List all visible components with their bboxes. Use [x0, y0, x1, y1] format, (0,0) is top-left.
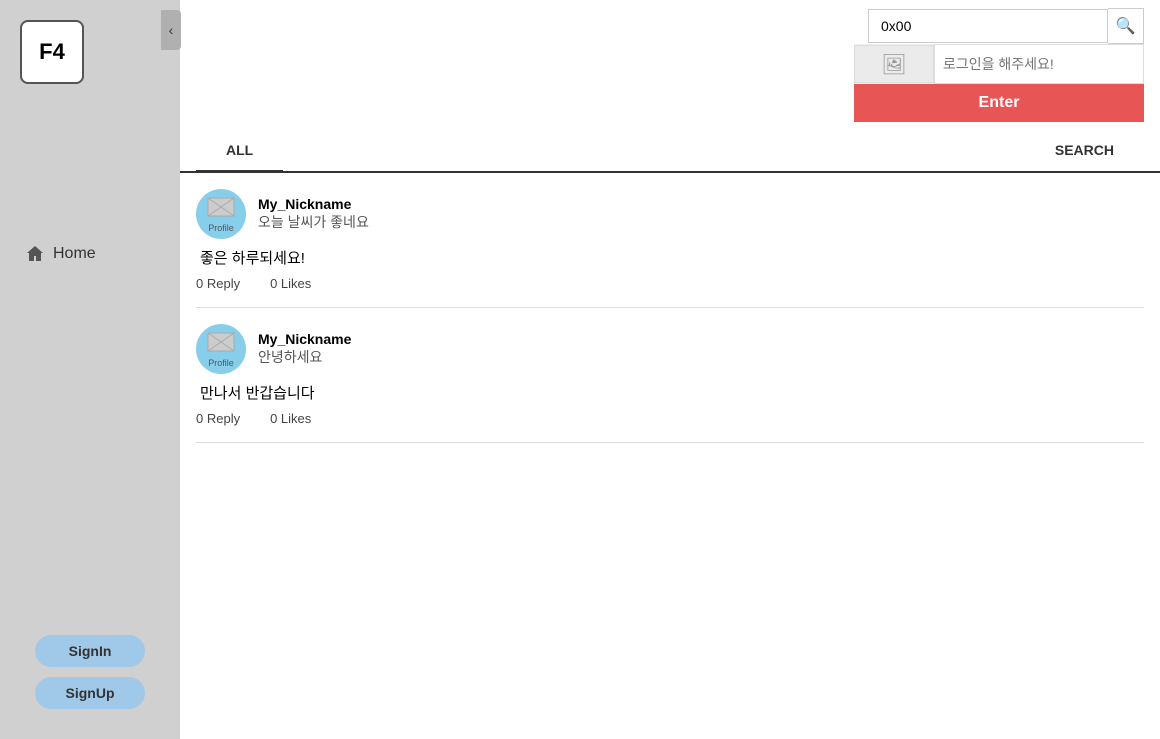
enter-label: Enter: [979, 94, 1020, 111]
avatar-label: Profile: [208, 358, 234, 368]
post-header-2: Profile My_Nickname 안녕하세요: [196, 324, 1144, 374]
table-row: Profile My_Nickname 안녕하세요 만나서 반갑습니다 0 Re…: [196, 308, 1144, 443]
f4-button[interactable]: F4: [20, 20, 84, 84]
avatar: Profile: [196, 189, 246, 239]
tabs-bar: ALL SEARCH: [180, 130, 1160, 173]
login-input-row: 🖼: [854, 44, 1144, 84]
posts-area: Profile My_Nickname 오늘 날씨가 좋네요 좋은 하루되세요!…: [180, 173, 1160, 739]
collapse-icon: ‹: [169, 22, 174, 38]
signin-button[interactable]: SignIn: [35, 635, 145, 667]
post-meta-1: 0 Reply 0 Likes: [196, 276, 1144, 291]
avatar: Profile: [196, 324, 246, 374]
sidebar: F4 Home SignIn SignUp ‹: [0, 0, 180, 739]
home-icon: [25, 244, 45, 264]
reply-count-2[interactable]: 0 Reply: [196, 411, 240, 426]
likes-count-2[interactable]: 0 Likes: [270, 411, 311, 426]
sidebar-item-home[interactable]: Home: [25, 244, 96, 264]
post-nickname-2: My_Nickname: [258, 331, 351, 347]
likes-count-1[interactable]: 0 Likes: [270, 276, 311, 291]
profile-icon: [206, 196, 236, 221]
f4-label: F4: [39, 39, 65, 65]
tab-search[interactable]: SEARCH: [1025, 130, 1144, 173]
sidebar-nav: Home: [10, 244, 170, 264]
search-button[interactable]: 🔍: [1108, 8, 1144, 44]
table-row: Profile My_Nickname 오늘 날씨가 좋네요 좋은 하루되세요!…: [196, 173, 1144, 308]
post-summary-2: 안녕하세요: [258, 347, 351, 367]
enter-button[interactable]: Enter: [854, 84, 1144, 122]
login-wrapper: 🖼 Enter: [854, 44, 1144, 122]
sidebar-collapse-button[interactable]: ‹: [161, 10, 181, 50]
search-input[interactable]: [868, 9, 1108, 43]
profile-icon: [206, 331, 236, 356]
post-info-2: My_Nickname 안녕하세요: [258, 331, 351, 367]
post-body-1: 좋은 하루되세요!: [196, 247, 1144, 268]
home-label: Home: [53, 245, 96, 263]
tab-search-label: SEARCH: [1055, 142, 1114, 158]
post-header-1: Profile My_Nickname 오늘 날씨가 좋네요: [196, 189, 1144, 239]
sidebar-bottom: SignIn SignUp: [35, 635, 145, 709]
post-body-2: 만나서 반갑습니다: [196, 382, 1144, 403]
login-input[interactable]: [934, 44, 1144, 84]
post-meta-2: 0 Reply 0 Likes: [196, 411, 1144, 426]
search-icon: 🔍: [1116, 16, 1136, 36]
signup-label: SignUp: [66, 685, 115, 701]
search-bar: 🔍: [196, 8, 1144, 44]
tab-all-label: ALL: [226, 142, 253, 158]
tab-all[interactable]: ALL: [196, 130, 283, 173]
image-icon: 🖼: [881, 52, 906, 77]
avatar-label: Profile: [208, 223, 234, 233]
signup-button[interactable]: SignUp: [35, 677, 145, 709]
main-content: 🔍 🖼 Enter ALL SEARCH: [180, 0, 1160, 739]
login-section: 🖼 Enter: [180, 44, 1160, 130]
post-info-1: My_Nickname 오늘 날씨가 좋네요: [258, 196, 369, 232]
post-summary-1: 오늘 날씨가 좋네요: [258, 212, 369, 232]
signin-label: SignIn: [69, 643, 112, 659]
reply-count-1[interactable]: 0 Reply: [196, 276, 240, 291]
header-search-row: 🔍: [180, 0, 1160, 44]
post-nickname-1: My_Nickname: [258, 196, 369, 212]
login-image-icon: 🖼: [854, 45, 934, 83]
